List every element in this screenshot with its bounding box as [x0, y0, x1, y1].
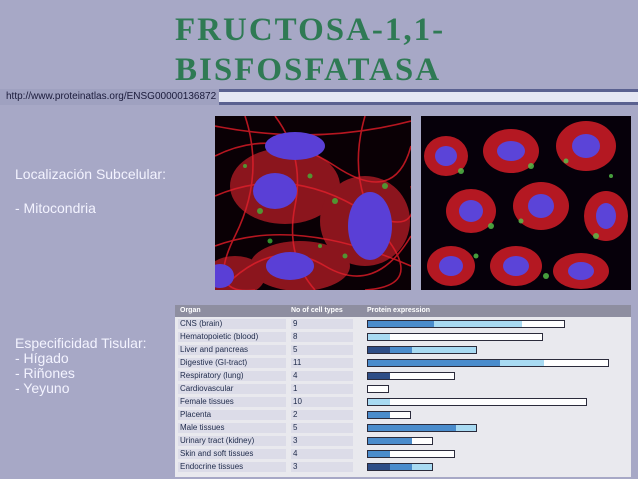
table-row: Placenta 2	[175, 409, 631, 421]
expression-segment-low	[412, 464, 432, 470]
expression-bar	[367, 424, 477, 432]
slide-title: FRUCTOSA-1,1-BISFOSFATASA	[175, 12, 446, 88]
protein-expression-table: Organ No of cell types Protein expressio…	[175, 305, 631, 477]
organ-cell: Skin and soft tissues	[178, 449, 286, 459]
header-organ: Organ	[180, 307, 201, 314]
expression-segment-medium	[368, 451, 390, 457]
localization-heading: Localización Subcelular:	[15, 166, 166, 182]
table-header: Organ No of cell types Protein expressio…	[175, 305, 631, 317]
count-cell: 2	[291, 410, 353, 420]
expression-bar	[367, 398, 587, 406]
specificity-item: - Yeyuno	[15, 380, 70, 396]
expression-segment-low	[500, 360, 544, 366]
count-cell: 5	[291, 423, 353, 433]
microscopy-image-cells-2	[421, 116, 631, 290]
table-row: CNS (brain) 9	[175, 318, 631, 330]
expression-segment-low	[368, 399, 390, 405]
organ-cell: Cardiovascular	[178, 384, 286, 394]
expression-bar	[367, 411, 411, 419]
expression-bar	[367, 450, 455, 458]
table-row: Female tissues 10	[175, 396, 631, 408]
organ-cell: Liver and pancreas	[178, 345, 286, 355]
organ-cell: Respiratory (lung)	[178, 371, 286, 381]
organ-cell: Placenta	[178, 410, 286, 420]
expression-segment-high	[368, 373, 390, 379]
expression-segment-low	[368, 334, 390, 340]
count-cell: 4	[291, 449, 353, 459]
table-row: Respiratory (lung) 4	[175, 370, 631, 382]
expression-segment-medium	[368, 360, 500, 366]
organ-cell: CNS (brain)	[178, 319, 286, 329]
organ-cell: Digestive (GI-tract)	[178, 358, 286, 368]
table-row: Urinary tract (kidney) 3	[175, 435, 631, 447]
table-row: Male tissues 5	[175, 422, 631, 434]
table-row: Liver and pancreas 5	[175, 344, 631, 356]
expression-bar	[367, 359, 609, 367]
count-cell: 8	[291, 332, 353, 342]
expression-segment-medium	[390, 464, 412, 470]
count-cell: 5	[291, 345, 353, 355]
expression-segment-high	[368, 347, 390, 353]
source-link[interactable]: http://www.proteinatlas.org/ENSG00000136…	[0, 89, 220, 105]
localization-item: - Mitocondria	[15, 200, 96, 216]
count-cell: 4	[291, 371, 353, 381]
expression-segment-medium	[368, 425, 456, 431]
organ-cell: Endocrine tissues	[178, 462, 286, 472]
expression-bar	[367, 346, 477, 354]
count-cell: 3	[291, 436, 353, 446]
organ-cell: Hematopoietic (blood)	[178, 332, 286, 342]
microscopy-image-2-graphic	[421, 116, 631, 290]
organ-cell: Male tissues	[178, 423, 286, 433]
header-count: No of cell types	[291, 307, 343, 314]
count-cell: 10	[291, 397, 353, 407]
expression-bar	[367, 463, 433, 471]
expression-bar	[367, 437, 433, 445]
expression-segment-low	[456, 425, 476, 431]
microscopy-image-cells-1	[215, 116, 411, 290]
table-row: Skin and soft tissues 4	[175, 448, 631, 460]
expression-segment-medium	[390, 347, 412, 353]
organ-cell: Female tissues	[178, 397, 286, 407]
organ-cell: Urinary tract (kidney)	[178, 436, 286, 446]
expression-bar	[367, 333, 543, 341]
count-cell: 9	[291, 319, 353, 329]
expression-bar	[367, 385, 389, 393]
expression-segment-medium	[368, 321, 434, 327]
table-row: Digestive (GI-tract) 11	[175, 357, 631, 369]
table-row: Endocrine tissues 3	[175, 461, 631, 473]
expression-segment-high	[368, 464, 390, 470]
count-cell: 3	[291, 462, 353, 472]
expression-segment-medium	[368, 438, 412, 444]
count-cell: 1	[291, 384, 353, 394]
count-cell: 11	[291, 358, 353, 368]
table-row: Hematopoietic (blood) 8	[175, 331, 631, 343]
expression-segment-low	[434, 321, 522, 327]
header-expression: Protein expression	[367, 307, 431, 314]
expression-bar	[367, 320, 565, 328]
expression-segment-medium	[368, 412, 390, 418]
expression-bar	[367, 372, 455, 380]
microscopy-image-1-graphic	[215, 116, 411, 290]
table-row: Cardiovascular 1	[175, 383, 631, 395]
expression-segment-low	[412, 347, 476, 353]
